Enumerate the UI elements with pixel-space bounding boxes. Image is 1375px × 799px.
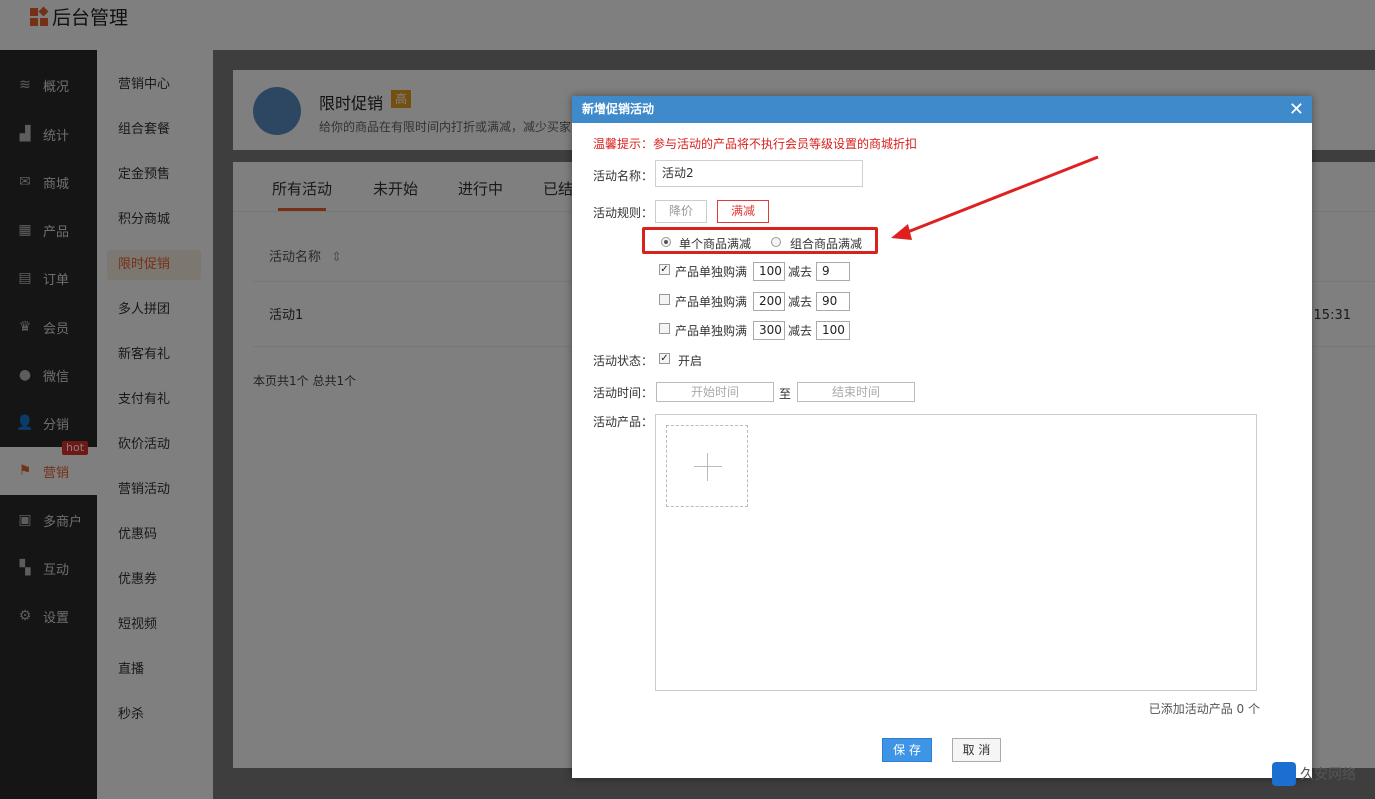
tier-2-threshold-input[interactable]: 200 [753, 292, 785, 311]
status-enabled-label[interactable]: 开启 [678, 352, 702, 369]
cancel-button[interactable]: 取 消 [952, 738, 1001, 762]
tier-1-label: 产品单独购满 [675, 265, 748, 279]
status-enabled-checkbox[interactable]: ✓ [659, 353, 670, 364]
radio-single-product-label[interactable]: 单个商品满减 [679, 235, 751, 252]
dialog-header: 新增促销活动 ✕ [572, 96, 1312, 123]
warning-tip: 温馨提示：参与活动的产品将不执行会员等级设置的商城折扣 [593, 137, 918, 151]
tier-1-checkbox[interactable]: ✓ [659, 264, 670, 275]
radio-single-product[interactable] [661, 237, 671, 247]
activity-status-label: 活动状态： [593, 354, 654, 368]
activity-name-label: 活动名称： [593, 169, 654, 183]
add-product-button[interactable] [666, 425, 748, 507]
activity-time-label: 活动时间： [593, 386, 654, 400]
activity-name-input[interactable]: 活动2 [655, 160, 863, 187]
added-products-count: 已添加活动产品 0 个 [1148, 702, 1260, 716]
end-time-input[interactable]: 结束时间 [797, 382, 915, 402]
dialog-title: 新增促销活动 [582, 102, 655, 116]
tier-1-minus-label: 减去 [788, 265, 813, 279]
start-time-input[interactable]: 开始时间 [656, 382, 774, 402]
activity-rule-label: 活动规则： [593, 206, 654, 220]
tier-3-label: 产品单独购满 [675, 324, 748, 338]
rule-discount-button[interactable]: 降价 [655, 200, 707, 223]
radio-combo-product-label[interactable]: 组合商品满减 [790, 235, 862, 252]
tier-2-discount-input[interactable]: 90 [816, 292, 850, 311]
activity-products-label: 活动产品： [593, 415, 654, 429]
tier-1-discount-input[interactable]: 9 [816, 262, 850, 281]
new-promotion-dialog: 新增促销活动 ✕ 温馨提示：参与活动的产品将不执行会员等级设置的商城折扣 活动名… [572, 96, 1312, 778]
watermark-text: 久安网络 [1300, 767, 1356, 783]
time-separator: 至 [779, 387, 792, 401]
tier-3-discount-input[interactable]: 100 [816, 321, 850, 340]
tier-3-checkbox[interactable] [659, 323, 670, 334]
radio-combo-product[interactable] [771, 237, 781, 247]
tier-3-minus-label: 减去 [788, 324, 813, 338]
rule-full-reduction-button[interactable]: 满减 [717, 200, 769, 223]
tier-1-threshold-input[interactable]: 100 [753, 262, 785, 281]
product-area [655, 414, 1257, 691]
tier-2-minus-label: 减去 [788, 295, 813, 309]
tier-2-label: 产品单独购满 [675, 295, 748, 309]
save-button[interactable]: 保 存 [882, 738, 932, 762]
tier-2-checkbox[interactable] [659, 294, 670, 305]
watermark-logo-icon [1272, 762, 1296, 786]
close-icon[interactable]: ✕ [1289, 96, 1304, 123]
tier-3-threshold-input[interactable]: 300 [753, 321, 785, 340]
watermark: 久安网络 [1272, 762, 1356, 786]
